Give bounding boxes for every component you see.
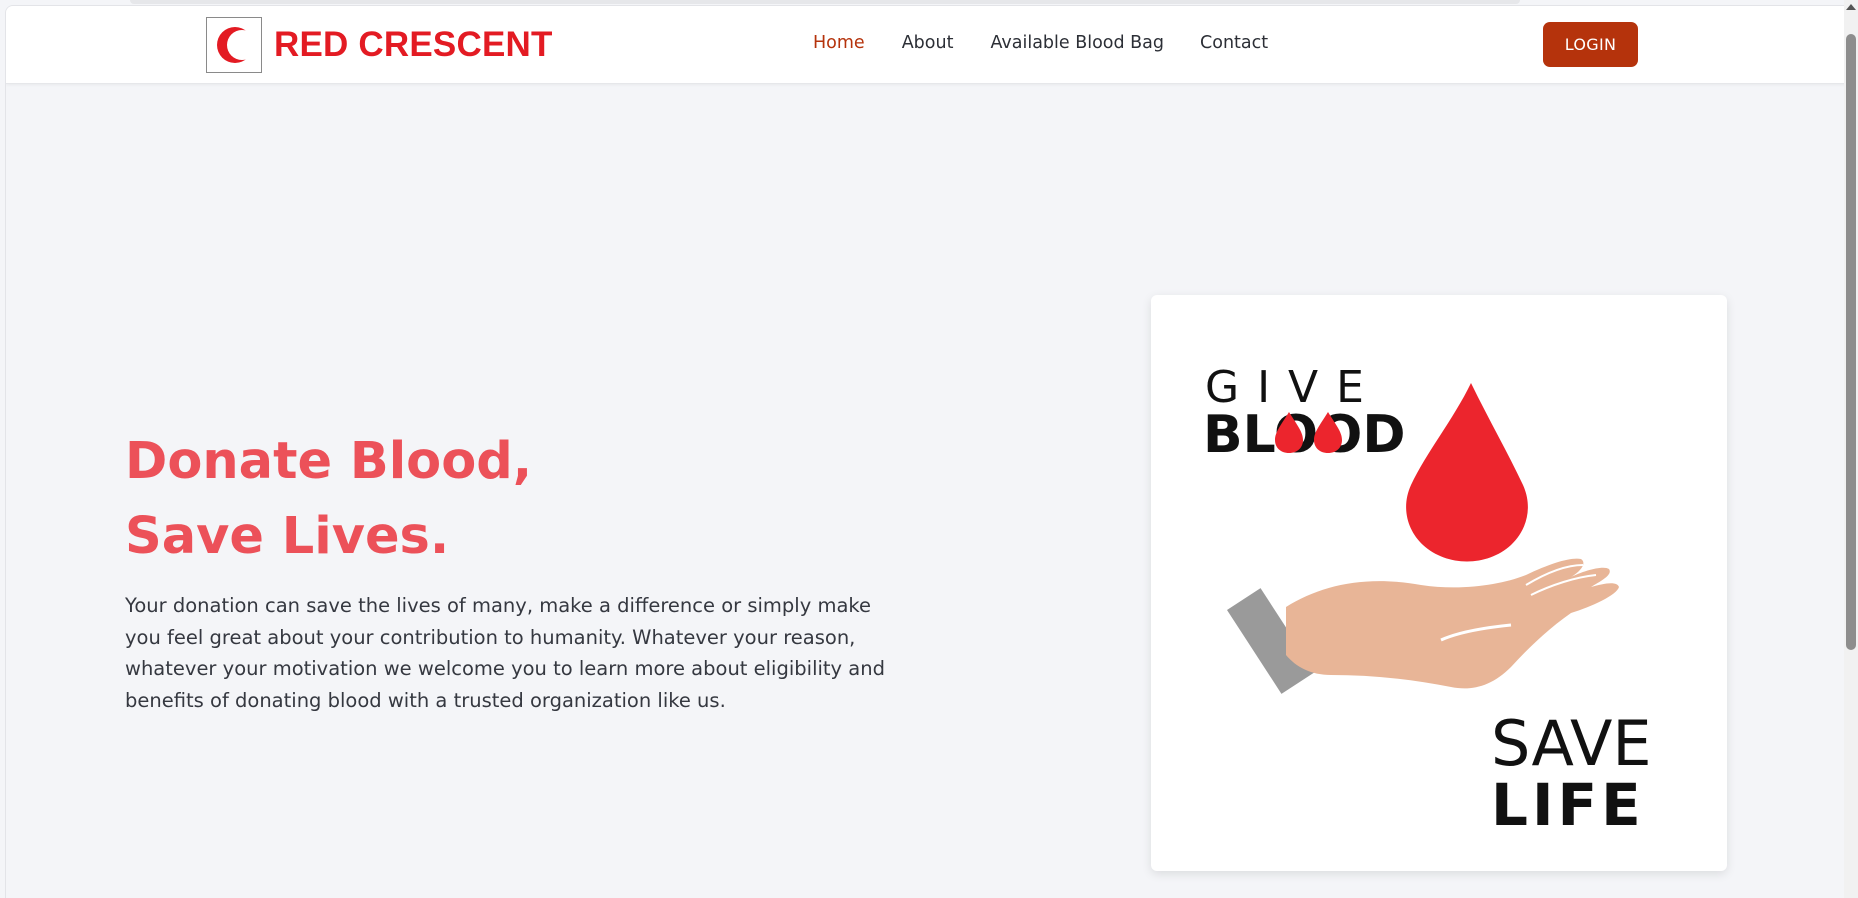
brand-name: RED CRESCENT [274, 25, 553, 64]
nav-link-home[interactable]: Home [813, 33, 865, 53]
nav-link-available-blood-bag[interactable]: Available Blood Bag [990, 33, 1164, 53]
crescent-icon [206, 17, 262, 73]
nav-link-about[interactable]: About [902, 33, 954, 53]
give-blood-illustration: G I V E BLOOD SAVE LIFE [1203, 362, 1652, 839]
big-blood-drop-icon [1406, 383, 1528, 562]
vertical-scrollbar[interactable] [1844, 0, 1858, 898]
main-nav: Home About Available Blood Bag Contact [813, 33, 1268, 53]
navbar: RED CRESCENT Home About Available Blood … [6, 6, 1858, 84]
hero-illustration-card: G I V E BLOOD SAVE LIFE [1151, 295, 1727, 871]
login-button[interactable]: LOGIN [1543, 22, 1638, 67]
hero-title: Donate Blood, Save Lives. [125, 432, 533, 566]
scroll-up-arrow-icon[interactable] [1846, 4, 1856, 10]
browser-top-strip [130, 0, 1520, 4]
illustration-life-text: LIFE [1491, 771, 1645, 839]
scrollbar-thumb[interactable] [1846, 34, 1856, 650]
nav-link-contact[interactable]: Contact [1200, 33, 1268, 53]
page-frame: RED CRESCENT Home About Available Blood … [5, 5, 1858, 898]
open-hand-icon [1226, 558, 1619, 694]
illustration-blood-text: BLOOD [1203, 405, 1406, 465]
illustration-save-text: SAVE [1491, 707, 1652, 780]
hero-description: Your donation can save the lives of many… [125, 594, 885, 712]
brand-link[interactable]: RED CRESCENT [206, 17, 553, 73]
